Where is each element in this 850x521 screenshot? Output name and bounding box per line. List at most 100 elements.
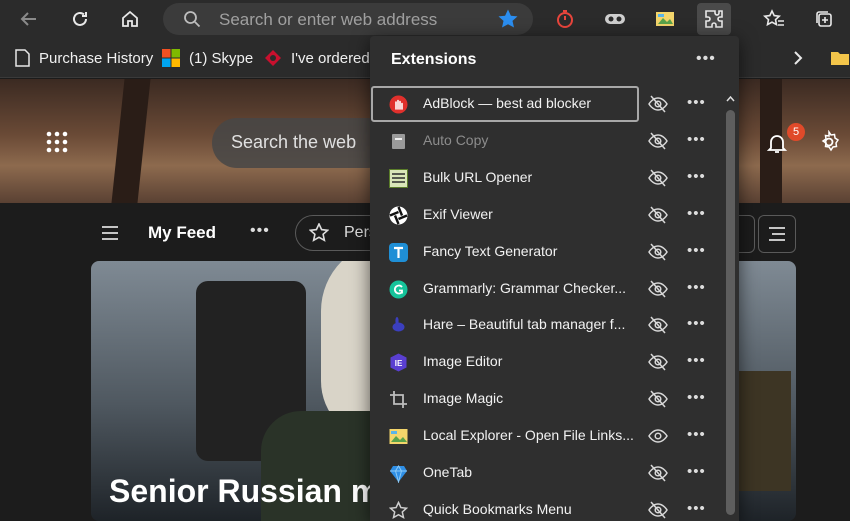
extension-name: Auto Copy <box>423 131 489 148</box>
extension-more-button[interactable]: ••• <box>687 131 706 148</box>
fancy-text-t-icon <box>389 242 408 262</box>
extension-more-button[interactable]: ••• <box>687 500 706 517</box>
extension-row[interactable]: OneTab ••• <box>370 455 722 492</box>
layout-list-button[interactable] <box>758 215 796 253</box>
extensions-more-button[interactable]: ••• <box>696 50 716 68</box>
favorite-star-icon[interactable] <box>497 8 519 35</box>
news-headline[interactable]: Senior Russian mi <box>109 473 388 510</box>
hide-from-toolbar-eye-icon[interactable] <box>648 464 668 487</box>
hide-from-toolbar-eye-icon[interactable] <box>648 169 668 192</box>
hare-icon <box>389 316 408 335</box>
feed-more-button[interactable]: ••• <box>250 222 270 240</box>
extensions-button[interactable] <box>697 3 731 35</box>
timer-extension-button[interactable] <box>548 3 582 35</box>
extension-row[interactable]: AdBlock — best ad blocker ••• <box>370 86 722 123</box>
scroll-thumb[interactable] <box>726 110 735 515</box>
extension-more-button[interactable]: ••• <box>687 168 706 185</box>
favorites-button[interactable] <box>757 3 791 35</box>
feed-title[interactable]: My Feed <box>148 223 216 243</box>
extension-name: Hare – Beautiful tab manager f... <box>423 316 626 333</box>
aperture-icon <box>389 206 408 225</box>
collections-icon <box>816 11 832 27</box>
extension-more-button[interactable]: ••• <box>687 279 706 296</box>
hide-from-toolbar-eye-icon[interactable] <box>648 353 668 376</box>
extension-name: Image Magic <box>423 390 504 407</box>
extension-name: Fancy Text Generator <box>423 242 558 259</box>
list-icon <box>769 227 785 241</box>
extension-name: Local Explorer - Open File Links... <box>423 427 634 444</box>
extension-more-button[interactable]: ••• <box>687 242 706 259</box>
bookmark-item[interactable]: (1) Skype <box>162 48 253 68</box>
extension-row[interactable]: IE Image Editor ••• <box>370 344 722 381</box>
extension-more-button[interactable]: ••• <box>687 463 706 480</box>
notifications-bell-icon[interactable] <box>765 131 789 160</box>
home-button[interactable] <box>113 3 147 35</box>
extension-row[interactable]: Image Magic ••• <box>370 381 722 418</box>
folder-image-icon <box>656 12 674 26</box>
extensions-scrollbar[interactable] <box>722 86 739 521</box>
extension-row[interactable]: Auto Copy ••• <box>370 123 722 160</box>
mask-extension-button[interactable] <box>598 3 632 35</box>
bookmark-item[interactable]: Purchase History <box>15 48 153 68</box>
local-explorer-extension-button[interactable] <box>648 3 682 35</box>
red-logo-icon <box>264 49 282 67</box>
onetab-diamond-icon <box>389 464 408 483</box>
bookmark-label: Purchase History <box>39 49 154 67</box>
extension-row[interactable]: Grammarly: Grammar Checker... ••• <box>370 271 722 308</box>
menu-hamburger-icon[interactable] <box>101 226 119 245</box>
browser-toolbar: Search or enter web address <box>0 0 850 38</box>
extension-row[interactable]: Fancy Text Generator ••• <box>370 234 722 271</box>
other-favorites-folder[interactable] <box>830 48 850 68</box>
hide-from-toolbar-eye-icon[interactable] <box>648 132 668 155</box>
extension-name: Quick Bookmarks Menu <box>423 500 572 517</box>
show-in-toolbar-eye-icon[interactable] <box>648 427 668 450</box>
bookmarks-overflow-button[interactable] <box>792 48 804 68</box>
settings-gear-icon[interactable] <box>817 129 841 159</box>
sparkle-star-icon <box>308 222 330 248</box>
extension-name: OneTab <box>423 464 473 480</box>
crop-icon <box>389 390 408 409</box>
bookmark-label: (1) Skype <box>189 49 254 67</box>
back-button[interactable] <box>12 3 46 35</box>
hide-from-toolbar-eye-icon[interactable] <box>648 390 668 413</box>
extension-more-button[interactable]: ••• <box>687 389 706 406</box>
hide-from-toolbar-eye-icon[interactable] <box>648 316 668 339</box>
extension-row[interactable]: Quick Bookmarks Menu ••• <box>370 492 722 521</box>
extension-more-button[interactable]: ••• <box>687 94 706 111</box>
folder-image-icon <box>389 427 408 446</box>
hide-from-toolbar-eye-icon[interactable] <box>648 243 668 266</box>
refresh-button[interactable] <box>63 3 97 35</box>
chevron-right-icon <box>794 51 803 65</box>
hide-from-toolbar-eye-icon[interactable] <box>648 206 668 229</box>
extension-row[interactable]: Exif Viewer ••• <box>370 197 722 234</box>
extension-row[interactable]: Local Explorer - Open File Links... ••• <box>370 418 722 455</box>
favorites-list-icon <box>763 9 784 27</box>
extension-more-button[interactable]: ••• <box>687 352 706 369</box>
extension-row[interactable]: Bulk URL Opener ••• <box>370 160 722 197</box>
app-launcher-icon[interactable] <box>46 131 68 158</box>
refresh-icon <box>73 11 87 26</box>
extension-more-button[interactable]: ••• <box>687 426 706 443</box>
bookmark-item[interactable]: I've ordered ... <box>264 48 386 68</box>
windows-logo-icon <box>162 49 180 67</box>
extension-more-button[interactable]: ••• <box>687 315 706 332</box>
hide-from-toolbar-eye-icon[interactable] <box>648 280 668 303</box>
extension-name: AdBlock — best ad blocker <box>423 95 592 111</box>
extension-more-button[interactable]: ••• <box>687 205 706 222</box>
scroll-up-arrow-icon[interactable] <box>726 90 735 108</box>
stopwatch-icon <box>557 10 573 28</box>
extension-row[interactable]: Hare – Beautiful tab manager f... ••• <box>370 307 722 344</box>
bulk-url-opener-icon <box>389 168 408 188</box>
address-bar[interactable]: Search or enter web address <box>163 3 533 35</box>
address-placeholder: Search or enter web address <box>219 10 438 29</box>
web-search-placeholder: Search the web <box>231 132 357 152</box>
hide-from-toolbar-eye-icon[interactable] <box>648 501 668 521</box>
document-icon <box>15 49 30 67</box>
web-search-box[interactable]: Search the web <box>212 118 392 168</box>
extension-name: Bulk URL Opener <box>423 168 533 185</box>
search-icon <box>183 10 201 33</box>
extensions-title: Extensions <box>391 51 477 68</box>
home-icon <box>122 10 138 27</box>
collections-button[interactable] <box>807 3 841 35</box>
hide-from-toolbar-eye-icon[interactable] <box>648 95 668 118</box>
